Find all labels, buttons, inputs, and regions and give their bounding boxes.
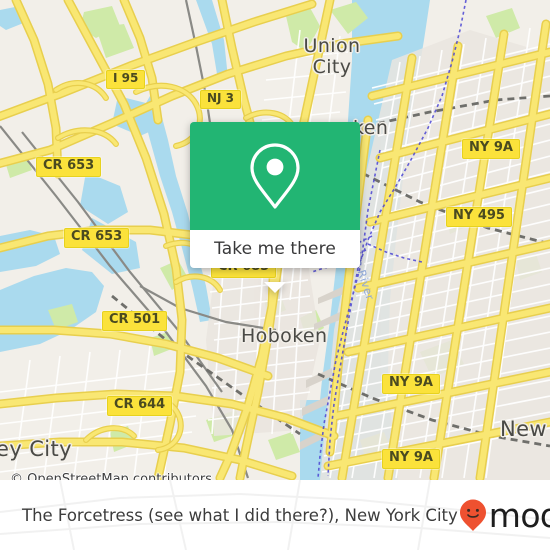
map-canvas[interactable]: Union City ken Hoboken ey City New Y Hud… — [0, 0, 550, 480]
card-pointer — [264, 282, 286, 293]
shield-cr-501: CR 501 — [102, 311, 168, 331]
map-pin-icon — [250, 143, 300, 209]
shield-cr-653-south: CR 653 — [64, 228, 130, 248]
shield-ny-495: NY 495 — [446, 207, 512, 227]
shield-cr-653-north: CR 653 — [36, 157, 102, 177]
take-me-there-button[interactable]: Take me there — [190, 230, 360, 268]
shield-cr-644: CR 644 — [107, 396, 173, 416]
moovit-logo[interactable]: moovit — [458, 498, 550, 532]
page-footer: The Forcetress (see what I did there?), … — [0, 480, 550, 550]
shield-ny-9a-mid: NY 9A — [382, 374, 440, 394]
moovit-map-page: Union City ken Hoboken ey City New Y Hud… — [0, 0, 550, 550]
moovit-pin-icon — [459, 499, 486, 531]
shield-ny-9a-south: NY 9A — [382, 449, 440, 469]
osm-attribution[interactable]: © OpenStreetMap contributors — [10, 472, 212, 480]
moovit-wordmark: moovit — [488, 495, 550, 535]
shield-nj-3: NJ 3 — [200, 90, 242, 109]
shield-ny-9a-north: NY 9A — [462, 139, 520, 159]
location-marker-card[interactable]: Take me there — [190, 122, 360, 293]
shield-i-95: I 95 — [106, 70, 146, 89]
card-header — [190, 122, 360, 230]
footer-location-title: The Forcetress (see what I did there?), … — [22, 505, 458, 525]
